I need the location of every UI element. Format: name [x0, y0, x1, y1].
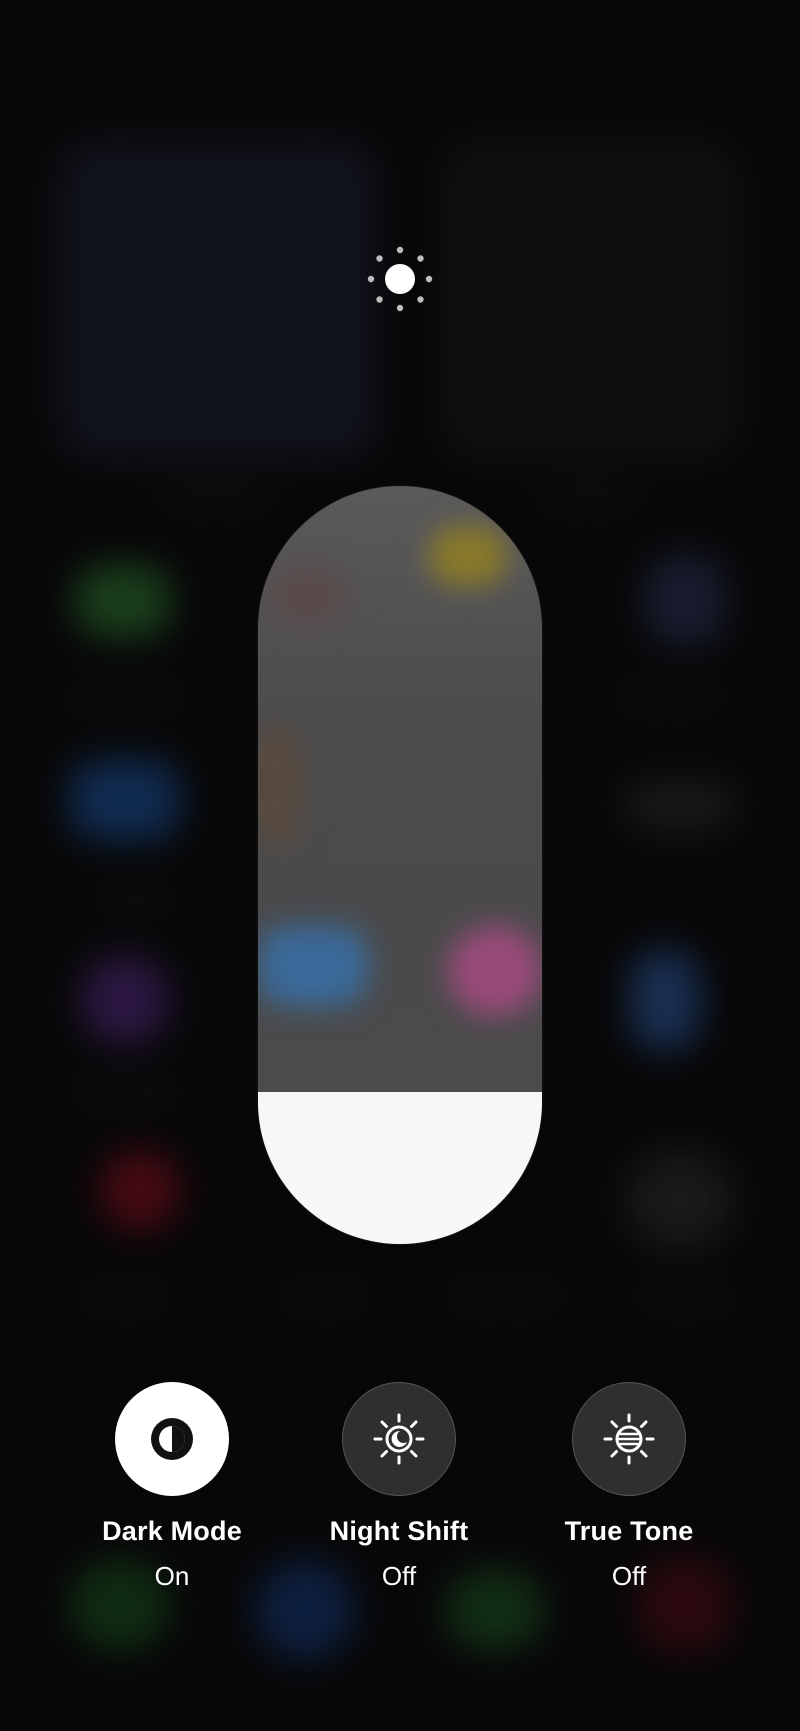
- night-shift-label: Night Shift: [329, 1516, 469, 1546]
- dark-mode-icon: [151, 1418, 193, 1460]
- dark-mode-button[interactable]: [115, 1382, 229, 1496]
- night-shift-toggle[interactable]: Night Shift Off: [289, 1382, 509, 1592]
- brightness-slider[interactable]: [258, 486, 542, 1244]
- dark-mode-label: Dark Mode: [102, 1516, 242, 1546]
- true-tone-label: True Tone: [564, 1516, 694, 1546]
- true-tone-icon: [603, 1413, 655, 1465]
- true-tone-status: Off: [611, 1561, 647, 1591]
- true-tone-toggle[interactable]: True Tone Off: [519, 1382, 739, 1592]
- night-shift-button[interactable]: [342, 1382, 456, 1496]
- true-tone-button[interactable]: [572, 1382, 686, 1496]
- night-shift-icon: [373, 1413, 425, 1465]
- brightness-level-fill: [258, 1092, 542, 1244]
- dark-mode-status: On: [154, 1561, 190, 1591]
- sun-icon: [367, 246, 433, 312]
- dark-mode-toggle[interactable]: Dark Mode On: [62, 1382, 282, 1592]
- brightness-control-screen: Dark Mode On Night Shift Off True Tone O…: [0, 0, 800, 1731]
- night-shift-status: Off: [381, 1561, 417, 1591]
